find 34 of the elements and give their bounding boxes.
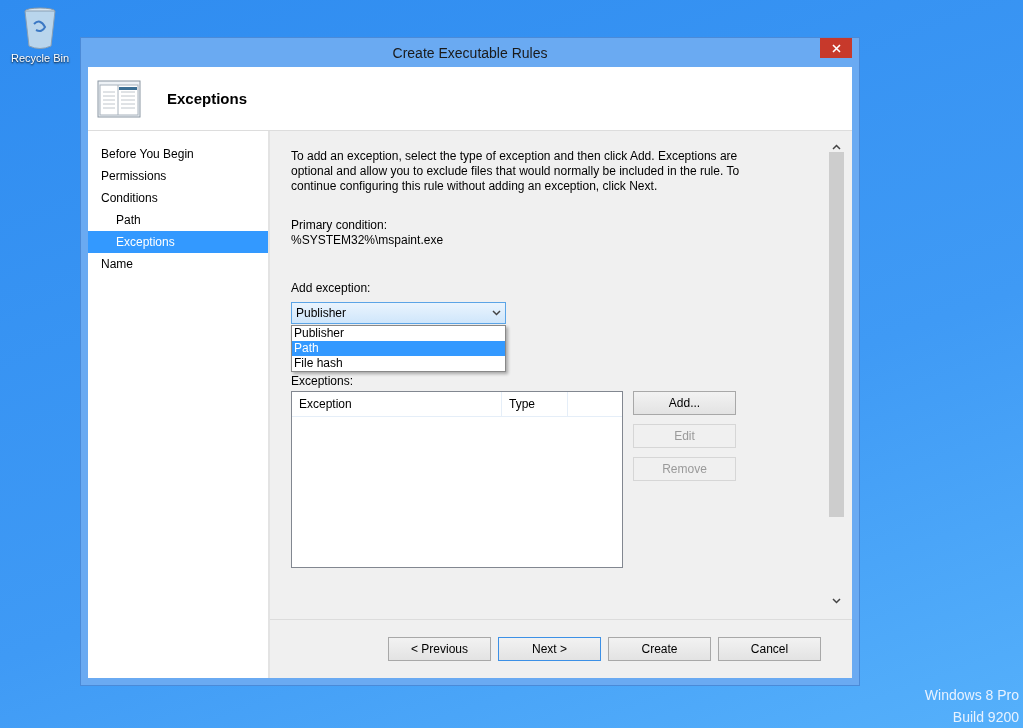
window-panes-icon: [97, 79, 141, 118]
column-header[interactable]: Exception: [292, 392, 502, 416]
edition-text: Build 9200: [952, 708, 1019, 727]
window-title: Create Executable Rules: [392, 44, 548, 61]
recycle-bin-icon[interactable]: [22, 6, 58, 50]
nav-item[interactable]: Name: [88, 253, 268, 275]
side-button[interactable]: Add...: [633, 391, 736, 415]
nav-item[interactable]: Conditions: [88, 187, 268, 209]
nav-item[interactable]: Before You Begin: [88, 143, 268, 165]
close-button[interactable]: [820, 38, 852, 58]
primary-condition-label: Primary condition:: [291, 218, 389, 233]
dropdown-option[interactable]: File hash: [292, 356, 505, 371]
footer-button[interactable]: < Previous: [388, 637, 491, 661]
column-header[interactable]: Type: [502, 392, 568, 416]
vertical-scrollbar[interactable]: [828, 144, 845, 604]
nav-item[interactable]: Path: [88, 209, 268, 231]
chevron-down-icon[interactable]: [492, 310, 501, 316]
scroll-down-icon[interactable]: [832, 598, 841, 604]
scroll-thumb[interactable]: [829, 152, 844, 517]
nav-item[interactable]: Permissions: [88, 165, 268, 187]
edition-text: Windows 8 Pro: [924, 686, 1019, 705]
exceptions-list[interactable]: Exception Type: [291, 391, 623, 568]
scroll-up-icon[interactable]: [832, 144, 841, 150]
page-heading: Exceptions: [167, 90, 248, 107]
footer-button[interactable]: Cancel: [718, 637, 821, 661]
instructions-text: To add an exception, select the type of exception and then click Add. Exceptions are optional and allow you to exclude files that would normally be included in the rule. To continue configuring this rule without adding an exception, click Next.: [291, 149, 741, 194]
add-exception-label: Add exception:: [291, 281, 372, 296]
footer-button[interactable]: Create: [608, 637, 711, 661]
primary-condition-value: %SYSTEM32%\mspaint.exe: [291, 233, 445, 248]
exceptions-label: Exceptions:: [291, 374, 355, 389]
footer-button[interactable]: Next >: [498, 637, 601, 661]
dropdown-option[interactable]: Publisher: [292, 326, 505, 341]
exception-type-dropdown[interactable]: Publisher: [291, 302, 506, 324]
close-icon: [831, 43, 841, 53]
